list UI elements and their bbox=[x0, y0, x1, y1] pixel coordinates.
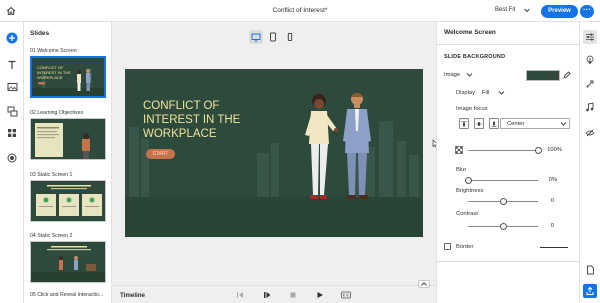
display-label: Display bbox=[456, 90, 476, 96]
brightness-value: 0 bbox=[550, 198, 554, 204]
slide-label: 02 Learning Objectives bbox=[30, 110, 84, 116]
publish-share-icon[interactable] bbox=[583, 284, 597, 298]
slide-stage[interactable]: CONFLICT OF INTEREST IN THE WORKPLACE ST… bbox=[125, 69, 423, 237]
border-style-preview[interactable] bbox=[540, 247, 568, 248]
top-bar: Conflict of Interest* Best Fit Preview ·… bbox=[0, 0, 600, 22]
media-icon[interactable] bbox=[5, 80, 19, 94]
document-title: Conflict of Interest* bbox=[272, 7, 328, 14]
chevron-down-icon[interactable] bbox=[496, 88, 506, 98]
left-toolbar bbox=[0, 22, 24, 303]
interactions-icon[interactable] bbox=[5, 104, 19, 118]
zoom-fit-select[interactable]: Best Fit bbox=[495, 7, 515, 13]
device-preview-toggle bbox=[249, 30, 299, 44]
home-icon[interactable] bbox=[4, 4, 18, 18]
slide-label: 03 Static Screen 1 bbox=[30, 172, 73, 178]
document-icon[interactable] bbox=[583, 263, 597, 277]
slides-panel: Slides 01 Welcome Screen CONFLICT OF INT… bbox=[24, 22, 112, 303]
widgets-icon[interactable] bbox=[5, 126, 19, 140]
closed-captions-icon[interactable] bbox=[341, 290, 351, 300]
edit-pencil-icon[interactable] bbox=[562, 70, 572, 80]
play-pause-icon[interactable] bbox=[262, 290, 272, 300]
slide-item[interactable]: 01 Welcome Screen CONFLICT OF INTEREST I… bbox=[30, 48, 110, 98]
section-title: SLIDE BACKGROUND bbox=[444, 54, 506, 60]
panel-divider bbox=[437, 44, 579, 45]
panel-title: Welcome Screen bbox=[444, 29, 496, 36]
slide-item[interactable]: 02 Learning Objectives bbox=[30, 110, 110, 160]
border-checkbox[interactable] bbox=[444, 243, 451, 250]
right-toolbar bbox=[579, 22, 600, 303]
align-bottom-icon[interactable] bbox=[489, 118, 499, 129]
app-window: Conflict of Interest* Best Fit Preview ·… bbox=[0, 0, 600, 303]
contrast-label: Contrast bbox=[456, 211, 478, 217]
panel-divider bbox=[437, 261, 579, 262]
preview-button[interactable]: Preview bbox=[541, 5, 578, 18]
add-slide-icon[interactable] bbox=[5, 31, 19, 45]
slide-label: 05 Click and Reveal Interactio... bbox=[30, 292, 104, 298]
opacity-value: 100% bbox=[547, 147, 562, 153]
opacity-icon bbox=[454, 145, 464, 155]
folder-icon[interactable] bbox=[549, 70, 559, 80]
display-select[interactable]: Fill bbox=[482, 90, 489, 96]
slide-item[interactable]: 03 Static Screen 1 bbox=[30, 172, 110, 222]
align-middle-icon[interactable] bbox=[474, 118, 484, 129]
properties-sliders-icon[interactable] bbox=[583, 30, 597, 44]
border-label: Border bbox=[456, 244, 474, 250]
interactions-touch-icon[interactable] bbox=[583, 53, 597, 67]
slide-item[interactable]: 04 Static Screen 2 bbox=[30, 233, 110, 283]
chevron-down-icon[interactable] bbox=[523, 5, 531, 17]
opacity-slider[interactable] bbox=[468, 150, 538, 151]
more-options-button[interactable]: ··· bbox=[580, 5, 594, 18]
slide-label: 01 Welcome Screen bbox=[30, 48, 77, 54]
chevron-down-icon[interactable] bbox=[558, 119, 568, 129]
slide-label: 04 Static Screen 2 bbox=[30, 233, 73, 239]
play-icon[interactable] bbox=[315, 290, 325, 300]
align-top-icon[interactable] bbox=[459, 118, 469, 129]
properties-panel: Welcome Screen SLIDE BACKGROUND Image Di… bbox=[436, 22, 579, 303]
slide-thumbnail[interactable] bbox=[30, 180, 106, 222]
blur-value: 0% bbox=[548, 177, 557, 183]
animation-icon[interactable] bbox=[583, 77, 597, 91]
brightness-label: Brightness bbox=[456, 188, 484, 194]
contrast-slider-knob[interactable] bbox=[499, 223, 507, 230]
text-icon[interactable] bbox=[5, 58, 19, 72]
slide-thumbnail[interactable]: CONFLICT OF INTEREST IN THE WORKPLACE bbox=[30, 56, 106, 98]
opacity-slider-knob[interactable] bbox=[534, 147, 542, 154]
slides-panel-title: Slides bbox=[30, 30, 50, 37]
start-button[interactable]: START bbox=[146, 149, 175, 159]
blur-label: Blur bbox=[456, 167, 467, 173]
tablet-icon[interactable] bbox=[266, 30, 280, 44]
audio-icon[interactable] bbox=[583, 100, 597, 114]
timeline-label: Timeline bbox=[120, 292, 145, 299]
slide-thumbnail[interactable] bbox=[30, 118, 106, 160]
timeline-bar: Timeline bbox=[112, 280, 436, 303]
mobile-icon[interactable] bbox=[283, 30, 297, 44]
image-focus-label: Image focus bbox=[456, 106, 488, 112]
visibility-icon[interactable] bbox=[583, 126, 597, 140]
step-back-icon[interactable] bbox=[235, 290, 245, 300]
contrast-value: 0 bbox=[550, 223, 554, 229]
blur-slider[interactable] bbox=[468, 180, 538, 181]
stop-icon[interactable] bbox=[288, 290, 298, 300]
desktop-icon[interactable] bbox=[249, 30, 263, 44]
slide-thumbnail[interactable] bbox=[30, 241, 106, 283]
background-type-select[interactable]: Image bbox=[444, 72, 460, 78]
brightness-slider-knob[interactable] bbox=[499, 198, 507, 205]
canvas-area: CONFLICT OF INTEREST IN THE WORKPLACE ST… bbox=[112, 22, 436, 303]
chevron-up-icon[interactable] bbox=[418, 280, 430, 288]
slide-title[interactable]: CONFLICT OF INTEREST IN THE WORKPLACE bbox=[143, 99, 253, 141]
record-icon[interactable] bbox=[5, 151, 19, 165]
slide-item[interactable]: 05 Click and Reveal Interactio... bbox=[30, 292, 110, 300]
chevron-down-icon[interactable] bbox=[464, 70, 474, 80]
blur-slider-knob[interactable] bbox=[464, 177, 472, 184]
svg-text:WORKPLACE: WORKPLACE bbox=[37, 75, 63, 80]
